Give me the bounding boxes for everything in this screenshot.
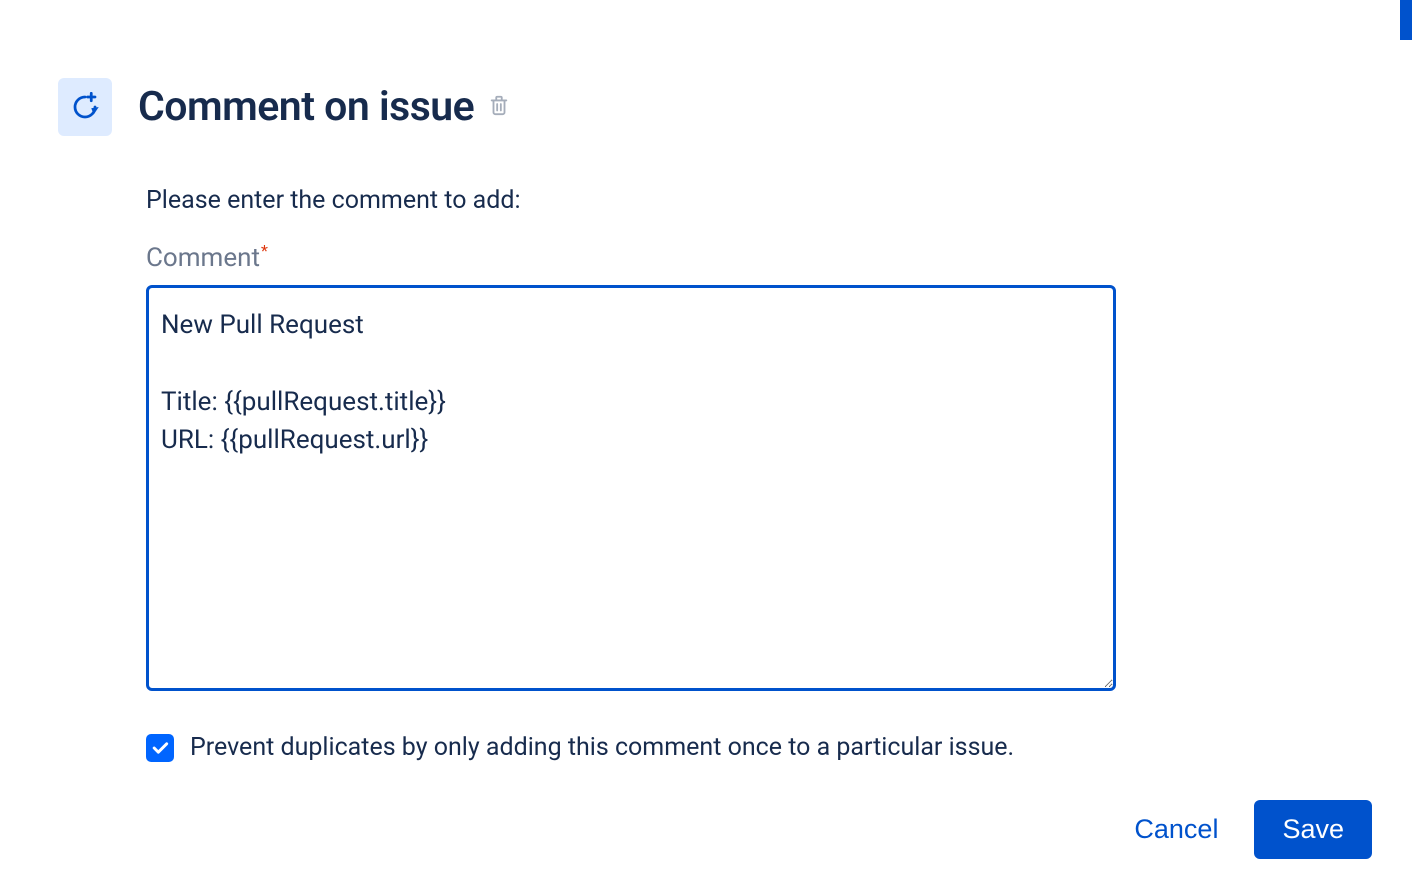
save-button[interactable]: Save: [1254, 800, 1372, 859]
prompt-text: Please enter the comment to add:: [146, 186, 1354, 215]
cancel-button[interactable]: Cancel: [1124, 802, 1228, 857]
prevent-duplicates-checkbox[interactable]: [146, 734, 174, 762]
comment-field-label: Comment: [146, 243, 260, 273]
refresh-plus-icon: [70, 92, 100, 122]
check-icon: [150, 738, 170, 758]
title-wrapper: Comment on issue: [138, 83, 510, 131]
delete-icon[interactable]: [488, 92, 510, 122]
field-label-row: Comment *: [146, 243, 1354, 273]
header-row: Comment on issue: [58, 78, 1354, 136]
comment-textarea[interactable]: [146, 285, 1116, 691]
action-icon-tile: [58, 78, 112, 136]
button-row: Cancel Save: [1124, 800, 1372, 859]
required-asterisk-icon: *: [261, 241, 268, 260]
page-title: Comment on issue: [138, 83, 474, 131]
prevent-duplicates-label: Prevent duplicates by only adding this c…: [190, 733, 1014, 762]
corner-marker: [1400, 0, 1412, 40]
textarea-wrapper: [146, 285, 1354, 695]
prevent-duplicates-checkbox-row: Prevent duplicates by only adding this c…: [146, 733, 1354, 762]
form-container: Comment on issue Please enter the commen…: [0, 0, 1412, 762]
